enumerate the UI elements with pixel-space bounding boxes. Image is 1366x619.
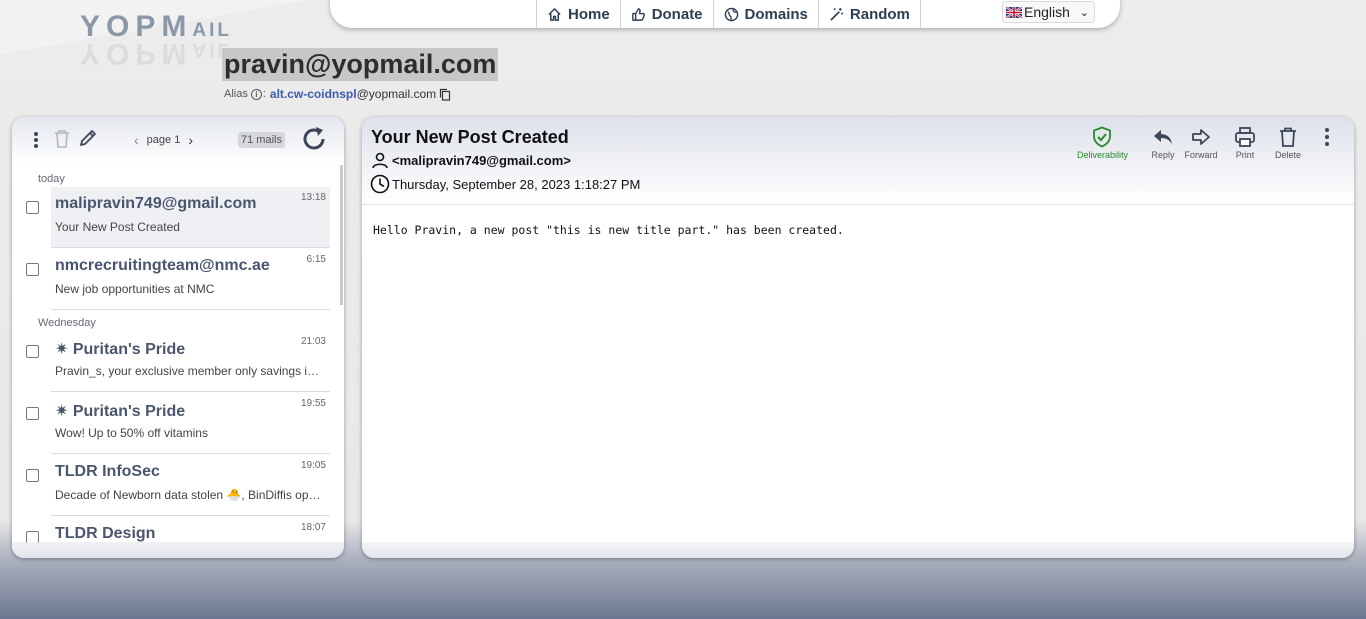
nav-domains-label: Domains (744, 5, 808, 23)
nav-random-label: Random (849, 5, 910, 23)
home-icon (548, 7, 561, 21)
reply-button[interactable]: Reply (1144, 126, 1182, 160)
reply-label: Reply (1151, 150, 1175, 160)
inbox-footer-fade (12, 542, 344, 558)
clock-icon (370, 174, 390, 194)
sender-address[interactable]: <malipravin749@gmail.com> (392, 153, 571, 168)
magic-wand-icon (830, 7, 843, 21)
mail-time: 19:05 (300, 460, 326, 471)
list-item[interactable]: TLDR Design 18:07 (12, 517, 344, 543)
day-separator: Wednesday (38, 317, 96, 329)
reply-icon (1154, 130, 1172, 144)
inbox-panel: ‹ page 1 › 71 mails today malipravin749@… (12, 117, 344, 558)
message-panel: Your New Post Created <malipravin749@gma… (362, 117, 1354, 558)
mail-subject: Decade of Newborn data stolen 🐣, BinDiff… (55, 488, 321, 502)
mail-checkbox[interactable] (26, 407, 39, 420)
top-navigation: Home Donate Domains Random English ⌄ (330, 0, 1120, 28)
mail-sender: ✷ Puritan's Pride (55, 403, 186, 420)
mail-time: 13:18 (300, 192, 326, 203)
chevron-down-icon: ⌄ (1079, 6, 1089, 19)
forward-button[interactable]: Forward (1182, 126, 1220, 160)
nav-domains[interactable]: Domains (712, 0, 818, 28)
forward-arrow-icon (1192, 129, 1210, 145)
mail-time: 6:15 (306, 254, 326, 265)
day-separator: today (38, 173, 65, 185)
message-date: Thursday, September 28, 2023 1:18:27 PM (370, 174, 640, 194)
nav-donate-label: Donate (651, 5, 703, 23)
message-sender: <malipravin749@gmail.com> (371, 151, 571, 169)
nav-home[interactable]: Home (536, 0, 620, 28)
pager: ‹ page 1 › (134, 132, 193, 148)
next-page-icon[interactable]: › (188, 132, 193, 148)
message-header: Your New Post Created <malipravin749@gma… (362, 117, 1354, 205)
mail-checkbox[interactable] (26, 201, 39, 214)
language-label: English (1024, 4, 1070, 20)
delete-label: Delete (1274, 150, 1301, 160)
alias-line: Alias i: alt.cw-coidnspl @yopmail.com (224, 87, 451, 101)
trash-icon[interactable] (54, 129, 70, 149)
refresh-icon[interactable] (301, 125, 327, 153)
mail-subject: New job opportunities at NMC (55, 282, 215, 296)
trash-icon (1280, 127, 1296, 147)
language-select[interactable]: English ⌄ (1002, 1, 1095, 23)
mail-sender: ✷ Puritan's Pride (55, 341, 186, 358)
list-item[interactable]: TLDR InfoSec Decade of Newborn data stol… (12, 455, 344, 517)
deliverability-label: Deliverability (1076, 150, 1128, 160)
mail-count-badge: 71 mails (238, 132, 285, 148)
delete-button[interactable]: Delete (1270, 126, 1306, 160)
nav-random[interactable]: Random (817, 0, 921, 28)
mail-time: 18:07 (300, 522, 326, 533)
mail-subject: Pravin_s, your exclusive member only sav… (55, 364, 325, 378)
alias-label: Alias (224, 88, 248, 100)
mail-subject: Your New Post Created (55, 220, 180, 234)
shield-check-icon (1093, 126, 1112, 148)
person-icon (372, 152, 388, 169)
more-menu-icon (1325, 128, 1329, 146)
mail-list: today malipravin749@gmail.com Your New P… (12, 173, 344, 543)
mail-sender: nmcrecruitingteam@nmc.ae (55, 257, 270, 274)
message-subject: Your New Post Created (371, 127, 569, 147)
nav-donate[interactable]: Donate (619, 0, 713, 28)
mail-subject: Wow! Up to 50% off vitamins (55, 426, 208, 440)
list-item[interactable]: ✷ Puritan's Pride Pravin_s, your exclusi… (12, 331, 344, 393)
message-body: Hello Pravin, a new post "this is new ti… (373, 223, 844, 237)
nav-home-label: Home (568, 5, 610, 23)
prev-page-icon[interactable]: ‹ (134, 132, 139, 148)
printer-icon (1235, 127, 1255, 147)
mail-checkbox[interactable] (26, 469, 39, 482)
message-actions: Deliverability Reply Forward Print Delet… (1077, 126, 1344, 160)
date-text: Thursday, September 28, 2023 1:18:27 PM (392, 176, 641, 192)
mail-checkbox[interactable] (26, 263, 39, 276)
list-item[interactable]: nmcrecruitingteam@nmc.ae New job opportu… (12, 249, 344, 311)
list-item[interactable]: ✷ Puritan's Pride Wow! Up to 50% off vit… (12, 393, 344, 455)
globe-icon (724, 7, 738, 21)
inbox-toolbar: ‹ page 1 › 71 mails (12, 117, 344, 165)
mailbox-address[interactable]: pravin@yopmail.com (222, 48, 499, 81)
compose-pencil-icon[interactable] (78, 128, 98, 148)
mail-checkbox[interactable] (26, 345, 39, 358)
alias-domain: @yopmail.com (356, 87, 437, 101)
message-footer-fade (362, 542, 1354, 558)
mail-sender: TLDR Design (55, 525, 156, 542)
alias-name[interactable]: alt.cw-coidnspl (270, 87, 357, 101)
list-item[interactable]: malipravin749@gmail.com Your New Post Cr… (12, 187, 344, 249)
uk-flag-icon (1006, 6, 1022, 18)
inbox-scrollbar[interactable] (340, 165, 343, 305)
forward-label: Forward (1184, 150, 1218, 160)
mail-time: 19:55 (300, 398, 326, 409)
print-button[interactable]: Print (1220, 126, 1270, 160)
mail-time: 21:03 (300, 336, 326, 347)
info-icon[interactable]: i (250, 88, 262, 100)
mail-sender: malipravin749@gmail.com (55, 195, 257, 212)
message-more-menu[interactable] (1310, 126, 1344, 150)
logo-reflection: YOPMAIL (80, 37, 232, 70)
page-label: page 1 (146, 134, 181, 146)
mail-sender: TLDR InfoSec (55, 463, 160, 480)
thumbs-up-icon (631, 7, 645, 21)
more-menu-icon[interactable] (32, 130, 40, 150)
print-label: Print (1235, 150, 1255, 160)
deliverability-button[interactable]: Deliverability (1077, 126, 1128, 160)
copy-icon[interactable] (439, 88, 451, 101)
